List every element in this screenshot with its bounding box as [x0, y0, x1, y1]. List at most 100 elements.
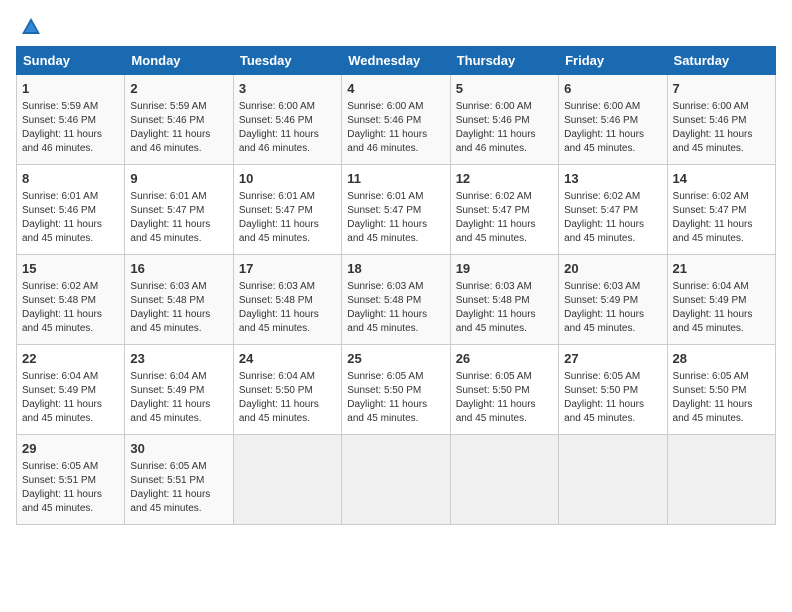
day-info: Sunrise: 5:59 AMSunset: 5:46 PMDaylight:… [22, 100, 119, 156]
day-info: Sunrise: 6:05 AMSunset: 5:50 PMDaylight:… [347, 370, 444, 426]
day-info: Sunrise: 6:04 AMSunset: 5:49 PMDaylight:… [673, 280, 770, 336]
day-info: Sunrise: 6:00 AMSunset: 5:46 PMDaylight:… [673, 100, 770, 156]
day-number: 2 [130, 80, 227, 98]
week-row-4: 22 Sunrise: 6:04 AMSunset: 5:49 PMDayligh… [17, 345, 776, 435]
day-number: 23 [130, 350, 227, 368]
week-row-3: 15Sunrise: 6:02 AMSunset: 5:48 PMDayligh… [17, 255, 776, 345]
day-info: Sunrise: 6:05 AMSunset: 5:50 PMDaylight:… [456, 370, 553, 426]
day-number: 13 [564, 170, 661, 188]
day-cell: 29Sunrise: 6:05 AMSunset: 5:51 PMDayligh… [17, 435, 125, 525]
day-number: 22 [22, 350, 119, 368]
day-number: 5 [456, 80, 553, 98]
day-number: 11 [347, 170, 444, 188]
day-cell: 10 Sunrise: 6:01 AMSunset: 5:47 PMDayligh… [233, 165, 341, 255]
day-cell: 2 Sunrise: 5:59 AMSunset: 5:46 PMDaylight… [125, 75, 233, 165]
day-info: Sunrise: 6:03 AMSunset: 5:48 PMDaylight:… [347, 280, 444, 336]
day-number: 24 [239, 350, 336, 368]
header-day-sunday: Sunday [17, 47, 125, 75]
day-info: Sunrise: 6:01 AMSunset: 5:47 PMDaylight:… [347, 190, 444, 246]
day-cell: 7 Sunrise: 6:00 AMSunset: 5:46 PMDaylight… [667, 75, 775, 165]
header-day-wednesday: Wednesday [342, 47, 450, 75]
day-cell: 22 Sunrise: 6:04 AMSunset: 5:49 PMDayligh… [17, 345, 125, 435]
day-cell: 8Sunrise: 6:01 AMSunset: 5:46 PMDaylight… [17, 165, 125, 255]
day-cell: 4Sunrise: 6:00 AMSunset: 5:46 PMDaylight… [342, 75, 450, 165]
day-cell: 18 Sunrise: 6:03 AMSunset: 5:48 PMDayligh… [342, 255, 450, 345]
header-day-friday: Friday [559, 47, 667, 75]
day-info: Sunrise: 6:00 AMSunset: 5:46 PMDaylight:… [456, 100, 553, 156]
day-number: 16 [130, 260, 227, 278]
day-cell [450, 435, 558, 525]
day-info: Sunrise: 6:03 AMSunset: 5:48 PMDaylight:… [456, 280, 553, 336]
day-info: Sunrise: 6:05 AMSunset: 5:51 PMDaylight:… [130, 460, 227, 516]
header-day-monday: Monday [125, 47, 233, 75]
day-cell: 23 Sunrise: 6:04 AMSunset: 5:49 PMDayligh… [125, 345, 233, 435]
day-number: 15 [22, 260, 119, 278]
day-info: Sunrise: 6:01 AMSunset: 5:46 PMDaylight:… [22, 190, 119, 246]
day-number: 6 [564, 80, 661, 98]
header-day-saturday: Saturday [667, 47, 775, 75]
day-cell: 17Sunrise: 6:03 AMSunset: 5:48 PMDayligh… [233, 255, 341, 345]
day-number: 18 [347, 260, 444, 278]
day-cell: 5 Sunrise: 6:00 AMSunset: 5:46 PMDaylight… [450, 75, 558, 165]
day-number: 19 [456, 260, 553, 278]
day-number: 14 [673, 170, 770, 188]
day-cell: 21Sunrise: 6:04 AMSunset: 5:49 PMDayligh… [667, 255, 775, 345]
day-info: Sunrise: 6:00 AMSunset: 5:46 PMDaylight:… [347, 100, 444, 156]
day-info: Sunrise: 6:03 AMSunset: 5:48 PMDaylight:… [130, 280, 227, 336]
day-number: 10 [239, 170, 336, 188]
day-cell [342, 435, 450, 525]
day-info: Sunrise: 6:04 AMSunset: 5:50 PMDaylight:… [239, 370, 336, 426]
header-day-thursday: Thursday [450, 47, 558, 75]
day-cell [667, 435, 775, 525]
day-info: Sunrise: 6:05 AMSunset: 5:50 PMDaylight:… [564, 370, 661, 426]
day-cell: 28 Sunrise: 6:05 AMSunset: 5:50 PMDayligh… [667, 345, 775, 435]
logo-icon [20, 16, 42, 38]
day-cell: 14 Sunrise: 6:02 AMSunset: 5:47 PMDayligh… [667, 165, 775, 255]
day-cell [559, 435, 667, 525]
header-day-tuesday: Tuesday [233, 47, 341, 75]
day-cell [233, 435, 341, 525]
header-row: SundayMondayTuesdayWednesdayThursdayFrid… [17, 47, 776, 75]
week-row-1: 1 Sunrise: 5:59 AMSunset: 5:46 PMDaylight… [17, 75, 776, 165]
day-cell: 20 Sunrise: 6:03 AMSunset: 5:49 PMDayligh… [559, 255, 667, 345]
day-number: 1 [22, 80, 119, 98]
header [16, 16, 776, 38]
day-number: 30 [130, 440, 227, 458]
day-cell: 30 Sunrise: 6:05 AMSunset: 5:51 PMDayligh… [125, 435, 233, 525]
day-number: 28 [673, 350, 770, 368]
day-number: 7 [673, 80, 770, 98]
day-number: 9 [130, 170, 227, 188]
calendar-table: SundayMondayTuesdayWednesdayThursdayFrid… [16, 46, 776, 525]
day-cell: 24 Sunrise: 6:04 AMSunset: 5:50 PMDayligh… [233, 345, 341, 435]
day-cell: 15Sunrise: 6:02 AMSunset: 5:48 PMDayligh… [17, 255, 125, 345]
day-cell: 25Sunrise: 6:05 AMSunset: 5:50 PMDayligh… [342, 345, 450, 435]
day-info: Sunrise: 6:00 AMSunset: 5:46 PMDaylight:… [239, 100, 336, 156]
day-number: 20 [564, 260, 661, 278]
day-info: Sunrise: 5:59 AMSunset: 5:46 PMDaylight:… [130, 100, 227, 156]
day-cell: 1 Sunrise: 5:59 AMSunset: 5:46 PMDaylight… [17, 75, 125, 165]
day-cell: 11 Sunrise: 6:01 AMSunset: 5:47 PMDayligh… [342, 165, 450, 255]
day-cell: 13Sunrise: 6:02 AMSunset: 5:47 PMDayligh… [559, 165, 667, 255]
day-info: Sunrise: 6:03 AMSunset: 5:49 PMDaylight:… [564, 280, 661, 336]
day-number: 26 [456, 350, 553, 368]
week-row-2: 8Sunrise: 6:01 AMSunset: 5:46 PMDaylight… [17, 165, 776, 255]
day-info: Sunrise: 6:01 AMSunset: 5:47 PMDaylight:… [130, 190, 227, 246]
day-cell: 16 Sunrise: 6:03 AMSunset: 5:48 PMDayligh… [125, 255, 233, 345]
day-info: Sunrise: 6:05 AMSunset: 5:50 PMDaylight:… [673, 370, 770, 426]
day-cell: 9 Sunrise: 6:01 AMSunset: 5:47 PMDaylight… [125, 165, 233, 255]
day-info: Sunrise: 6:04 AMSunset: 5:49 PMDaylight:… [22, 370, 119, 426]
day-info: Sunrise: 6:03 AMSunset: 5:48 PMDaylight:… [239, 280, 336, 336]
day-number: 27 [564, 350, 661, 368]
day-number: 3 [239, 80, 336, 98]
week-row-5: 29 Sunrise: 6:05 AMSunset: 5:51 PMDayligh… [17, 435, 776, 525]
day-info: Sunrise: 6:00 AMSunset: 5:46 PMDaylight:… [564, 100, 661, 156]
day-cell: 6 Sunrise: 6:00 AMSunset: 5:46 PMDaylight… [559, 75, 667, 165]
day-number: 29 [22, 440, 119, 458]
logo [16, 16, 44, 38]
day-cell: 12Sunrise: 6:02 AMSunset: 5:47 PMDayligh… [450, 165, 558, 255]
day-cell: 27 Sunrise: 6:05 AMSunset: 5:50 PMDayligh… [559, 345, 667, 435]
day-cell: 19 Sunrise: 6:03 AMSunset: 5:48 PMDayligh… [450, 255, 558, 345]
day-info: Sunrise: 6:04 AMSunset: 5:49 PMDaylight:… [130, 370, 227, 426]
day-info: Sunrise: 6:02 AMSunset: 5:47 PMDaylight:… [673, 190, 770, 246]
day-info: Sunrise: 6:01 AMSunset: 5:47 PMDaylight:… [239, 190, 336, 246]
